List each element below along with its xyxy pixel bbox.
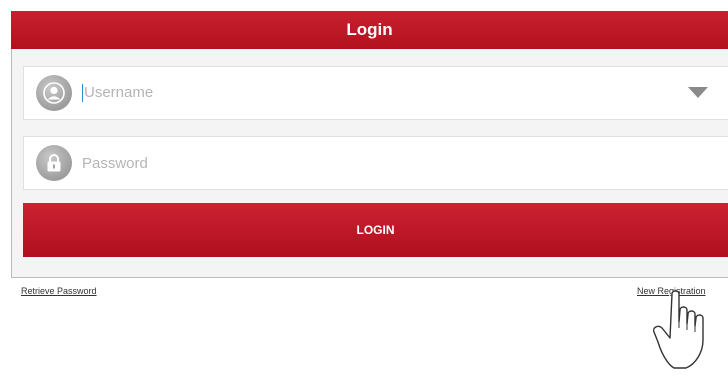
login-button-label: LOGIN bbox=[356, 223, 395, 237]
hand-pointer-icon bbox=[652, 290, 704, 369]
chevron-down-icon[interactable] bbox=[688, 87, 708, 98]
login-button[interactable]: LOGIN bbox=[23, 203, 728, 257]
text-cursor bbox=[82, 84, 83, 103]
password-placeholder: Password bbox=[82, 154, 148, 172]
retrieve-password-link[interactable]: Retrieve Password bbox=[21, 286, 97, 296]
login-header: Login bbox=[11, 11, 728, 49]
username-field[interactable]: Username bbox=[23, 66, 728, 120]
page-title: Login bbox=[346, 20, 393, 39]
password-field[interactable]: Password bbox=[23, 136, 728, 190]
user-icon bbox=[36, 75, 72, 111]
username-placeholder: Username bbox=[84, 83, 154, 101]
lock-icon bbox=[36, 145, 72, 181]
